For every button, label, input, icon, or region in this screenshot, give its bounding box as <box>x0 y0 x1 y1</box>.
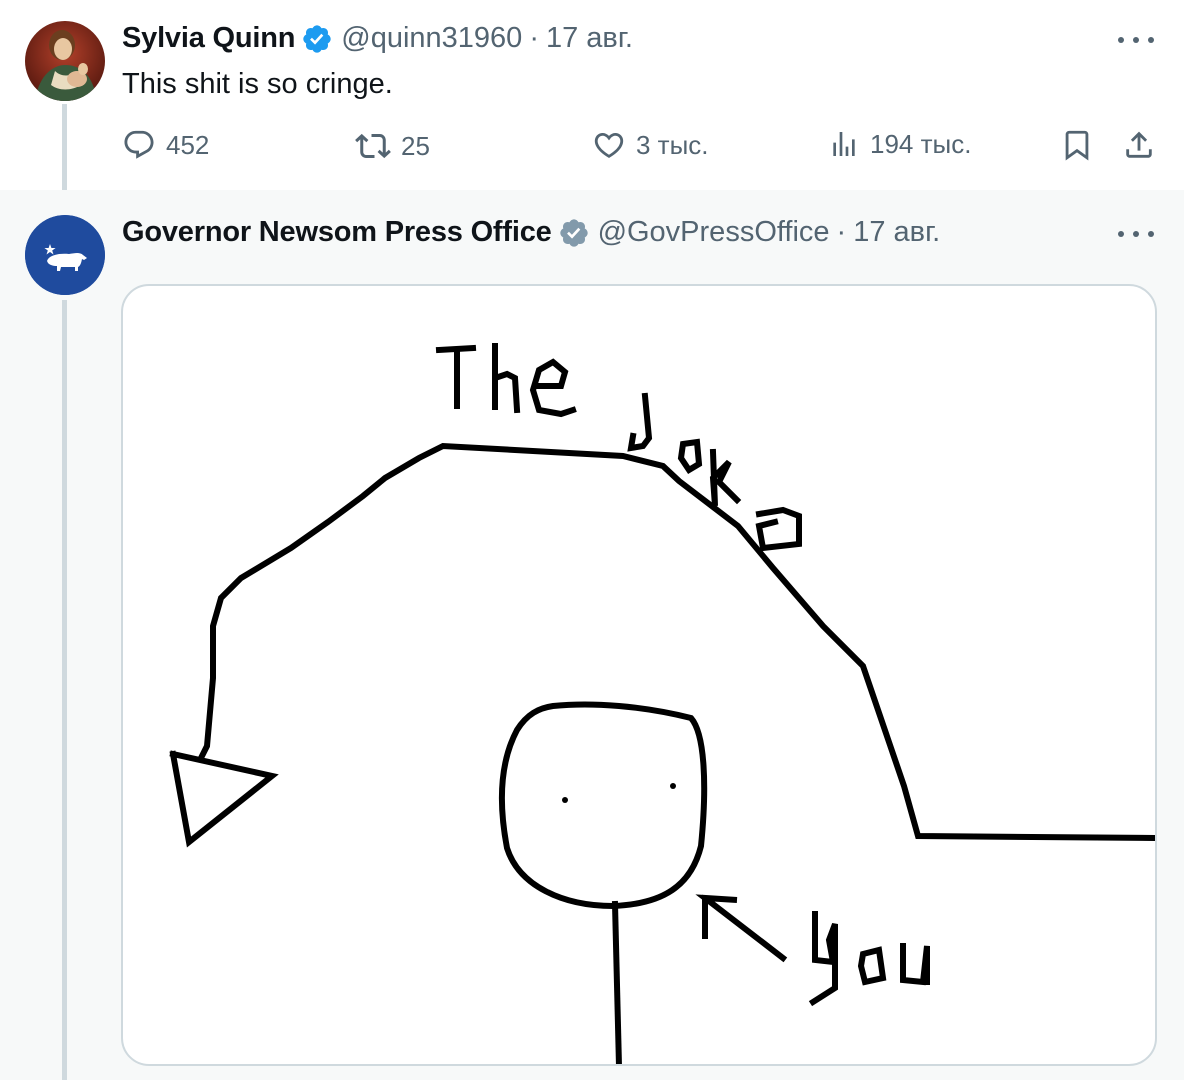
heart-icon <box>594 132 624 158</box>
bookmark-button[interactable] <box>1060 128 1094 162</box>
like-count: 3 тыс. <box>636 129 709 160</box>
author-name[interactable]: Sylvia Quinn <box>122 22 295 55</box>
author-name[interactable]: Governor Newsom Press Office <box>122 216 552 249</box>
letter-k <box>709 448 742 507</box>
views-count: 194 тыс. <box>870 128 972 159</box>
quoted-tweet[interactable]: Governor Newsom Press Office @GovPressOf… <box>0 190 1184 1080</box>
separator-dot: · <box>529 22 539 54</box>
stick-figure-head <box>498 701 708 910</box>
thread-connector-line <box>62 300 67 1080</box>
portrait-avatar-icon <box>25 21 105 101</box>
reply-button[interactable]: 452 <box>122 128 209 162</box>
views-button[interactable]: 194 тыс. <box>828 128 971 160</box>
stick-figure-left-eye <box>562 797 568 803</box>
letter-e <box>529 358 577 418</box>
tweet-text: This shit is so cringe. <box>122 68 393 100</box>
letter-Y <box>808 911 838 1007</box>
reply-icon <box>124 130 154 159</box>
share-button[interactable] <box>1122 128 1156 162</box>
letter-e2 <box>755 506 802 552</box>
stick-figure-body <box>611 900 622 1064</box>
letter-o2 <box>857 946 887 986</box>
government-verified-badge-icon <box>558 217 590 249</box>
tweet-actions: 452 25 3 тыс. 194 тыс. <box>0 128 1184 172</box>
repost-icon <box>355 133 391 159</box>
author-handle[interactable]: @quinn31960 <box>341 22 522 55</box>
like-button[interactable]: 3 тыс. <box>592 128 709 162</box>
avatar[interactable] <box>25 215 105 295</box>
avatar[interactable] <box>25 21 105 101</box>
author-handle[interactable]: @GovPressOffice <box>598 216 830 249</box>
tweet-date[interactable]: 17 авг. <box>853 216 940 249</box>
letter-J <box>627 392 653 452</box>
you-arrow <box>695 894 788 963</box>
share-icon <box>1126 131 1152 158</box>
tweet-media-image[interactable] <box>121 284 1157 1066</box>
joke-meme-drawing <box>169 343 1155 1064</box>
tweet-header: Sylvia Quinn @quinn31960 · 17 авг. <box>122 22 633 55</box>
letter-u <box>900 943 930 986</box>
repost-button[interactable]: 25 <box>355 128 430 164</box>
bookmark-icon <box>1065 130 1089 161</box>
repost-count: 25 <box>401 130 430 161</box>
california-bear-icon <box>25 215 105 295</box>
views-chart-icon <box>833 132 855 156</box>
reply-tweet[interactable]: Sylvia Quinn @quinn31960 · 17 авг. This … <box>0 0 1184 190</box>
thread-connector-line <box>62 104 67 190</box>
joke-path-line <box>197 442 1155 841</box>
joke-arrowhead <box>169 750 279 848</box>
more-options-icon[interactable] <box>1118 30 1154 50</box>
separator-dot: · <box>836 216 847 248</box>
stick-figure-right-eye <box>670 783 676 789</box>
tweet-date[interactable]: 17 авг. <box>546 22 633 55</box>
more-options-icon[interactable] <box>1118 224 1154 244</box>
reply-count: 452 <box>166 129 210 160</box>
verified-badge-icon <box>301 23 333 55</box>
letter-o <box>677 438 703 475</box>
letter-h <box>492 343 521 414</box>
tweet-header: Governor Newsom Press Office @GovPressOf… <box>122 216 940 249</box>
